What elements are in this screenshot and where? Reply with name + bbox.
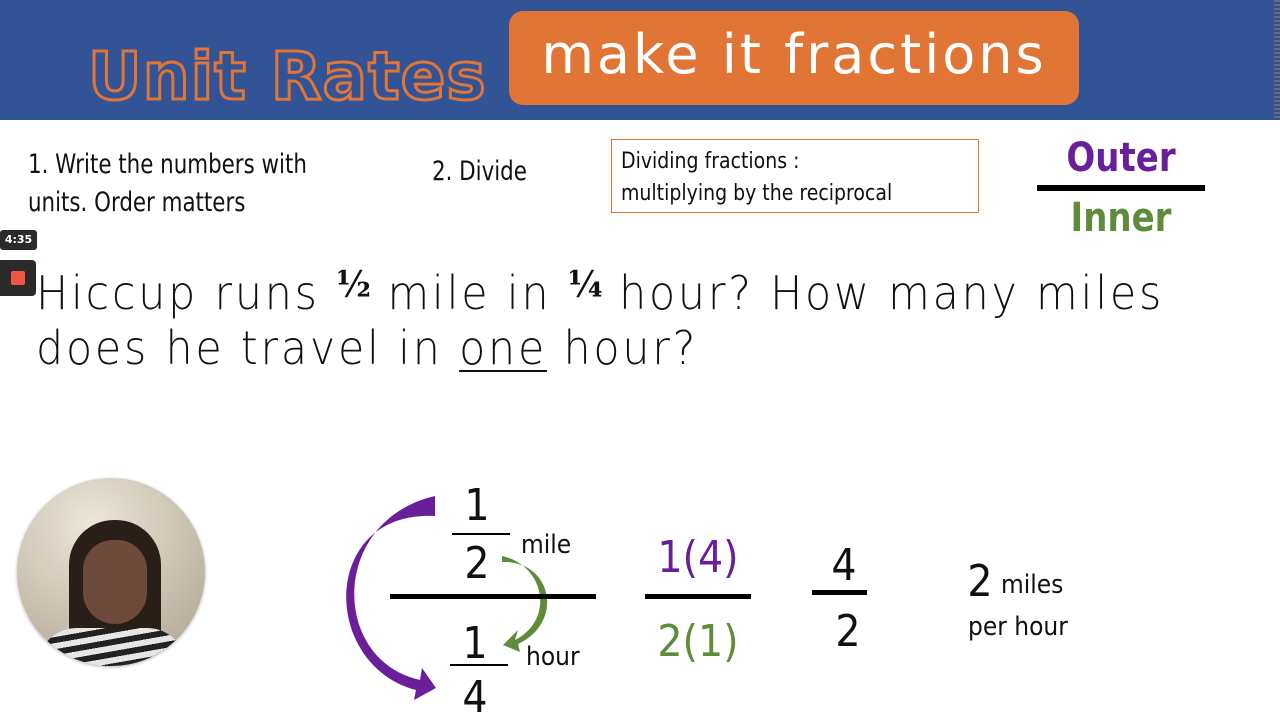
- simplified-denominator: 2: [835, 606, 861, 657]
- top-numerator: 1: [464, 480, 490, 531]
- answer-unit-miles: miles: [1001, 570, 1064, 600]
- simplified-fraction-bar: [812, 590, 867, 595]
- answer-unit-per-hour: per hour: [968, 612, 1068, 642]
- top-fraction-bar: [452, 533, 510, 535]
- green-curved-arrow: [502, 556, 548, 652]
- bottom-fraction-bar: [450, 664, 508, 666]
- bottom-numerator: 1: [462, 618, 488, 669]
- top-denominator: 2: [464, 538, 490, 589]
- product-numerator: 1(4): [657, 532, 739, 583]
- unit-hour: hour: [526, 642, 580, 672]
- product-denominator: 2(1): [657, 616, 739, 667]
- arrows-layer: [346, 496, 548, 700]
- product-fraction-bar: [645, 594, 751, 599]
- bottom-denominator: 4: [462, 672, 488, 720]
- simplified-numerator: 4: [831, 540, 857, 591]
- answer-value: 2: [967, 556, 993, 607]
- main-fraction-bar: [390, 594, 596, 599]
- unit-mile: mile: [521, 530, 572, 560]
